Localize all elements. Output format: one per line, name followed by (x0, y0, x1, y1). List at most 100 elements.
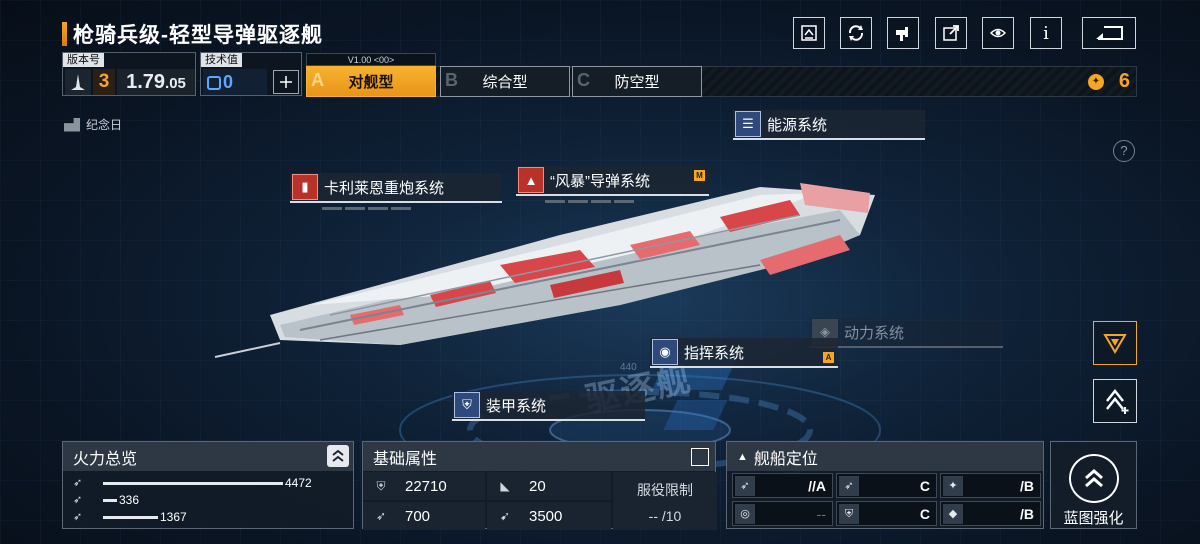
anniversary-label: 纪念日 (86, 118, 123, 132)
firepower-bar (103, 498, 117, 502)
share-icon[interactable] (935, 17, 967, 49)
system-label: 卡利莱恩重炮系统 (324, 179, 445, 197)
attr-armor: ◣ 20 (487, 472, 611, 500)
tech-chip-icon (207, 76, 221, 90)
triangle-icon (1103, 334, 1127, 354)
attr-hp: ⛨ 22710 (363, 472, 485, 500)
currency-icon: ✦ (1088, 73, 1104, 90)
collapse-icon[interactable] (327, 445, 349, 467)
system-missile[interactable]: ▲ “风暴”导弹系统 M (516, 166, 709, 196)
role-icon: ✦ (943, 475, 963, 496)
paint-icon[interactable] (887, 17, 919, 49)
system-heavy-gun[interactable]: ▮ 卡利莱恩重炮系统 (290, 173, 502, 203)
service-limit: 服役限制 -- /10 (613, 472, 717, 530)
attr-range: ➹ 3500 (487, 502, 611, 530)
tech-value-number: 0 (223, 72, 234, 92)
panel-title: 火力总览 (73, 450, 138, 468)
firepower-value: 4472 (285, 476, 312, 490)
position-cell: ◎ -- (732, 501, 833, 526)
attr-value: 3500 (529, 507, 563, 525)
service-label: 服役限制 (637, 482, 693, 498)
panel-header: 火力总览 (63, 442, 353, 471)
position-cell: ◆ /B (940, 501, 1041, 526)
position-cell: ➶ C (836, 473, 937, 498)
version-suffix: .05 (165, 75, 186, 92)
system-armor[interactable]: ⛨ 装甲系统 (452, 391, 645, 421)
position-grade: //A (808, 477, 826, 494)
weapon-icon: ➶ (73, 494, 83, 506)
range-icon: ➹ (499, 509, 511, 523)
title-accent-bar (62, 22, 67, 46)
role-icon: ◎ (735, 503, 755, 524)
role-icon: ➶ (839, 475, 859, 496)
command-badge: A (823, 352, 834, 363)
upgrade-button[interactable] (1093, 379, 1137, 423)
version-panel: 版本号 3 1.79.05 (62, 52, 196, 96)
help-icon[interactable]: ? (1113, 140, 1135, 162)
currency-display: ✦ 6 (1082, 66, 1136, 97)
tab-letter: A (311, 70, 324, 90)
expand-icon[interactable] (691, 448, 709, 466)
firepower-panel: 火力总览 ➶ 4472 ➶ 336 ➶ 1367 (62, 441, 354, 529)
view-icon[interactable] (982, 17, 1014, 49)
attr-value: 700 (405, 507, 431, 525)
system-power[interactable]: ◈ 动力系统 (810, 318, 1003, 348)
blueprint-icon[interactable] (793, 17, 825, 49)
title-area: 枪骑兵级-轻型导弹驱逐舰 (62, 20, 323, 48)
speed-icon: ➶ (375, 509, 387, 523)
tab-letter: B (445, 70, 458, 90)
missile-slots (545, 200, 634, 203)
version-main: 1.79 (126, 71, 166, 93)
enhance-icon (1068, 454, 1119, 503)
refresh-icon[interactable] (840, 17, 872, 49)
role-icon: ⛨ (839, 503, 859, 524)
position-cell: ⛨ C (836, 501, 937, 526)
info-icon[interactable]: i (1030, 17, 1062, 49)
position-grade: C (919, 505, 930, 522)
positioning-panel: ▲ 舰船定位 ➶//A ➶ C ✦/B ◎ -- ⛨ C ◆/B (726, 441, 1044, 529)
system-command[interactable]: ◉ 指挥系统 A (650, 338, 838, 368)
tab-anti-air[interactable]: C 防空型 (572, 66, 702, 97)
panel-title: 基础属性 (373, 450, 438, 468)
flag-icon (64, 117, 80, 132)
filter-button[interactable] (1093, 321, 1137, 365)
ship-silhouette-icon (65, 69, 91, 95)
firepower-row: ➶ 4472 (73, 475, 312, 491)
tech-add-button[interactable] (273, 70, 299, 94)
system-label: 装甲系统 (486, 397, 547, 415)
page-title: 枪骑兵级-轻型导弹驱逐舰 (73, 24, 323, 47)
attributes-panel: 基础属性 ⛨ 22710 ◣ 20 ➶ 700 ➹ 3500 服役限制 -- /10 (362, 441, 717, 530)
back-icon[interactable] (1082, 17, 1136, 49)
attr-speed: ➶ 700 (363, 502, 485, 530)
rank-up-icon (1106, 388, 1129, 414)
weapon-icon: ➶ (73, 511, 83, 523)
tab-label: 对舰型 (348, 74, 394, 91)
position-grade: C (919, 477, 930, 494)
heavy-gun-slots (322, 207, 411, 210)
system-energy[interactable]: ☰ 能源系统 (733, 110, 925, 140)
blueprint-enhance-button[interactable]: 蓝图强化 (1050, 441, 1137, 529)
system-label: 动力系统 (844, 324, 905, 342)
anniversary-link[interactable]: 纪念日 (64, 116, 122, 133)
tech-label: 技术值 (201, 53, 242, 67)
tech-panel: 技术值 0 (200, 52, 302, 96)
tab-label: 防空型 (614, 74, 660, 91)
tab-anti-ship[interactable]: A 对舰型 (306, 66, 436, 97)
firepower-value: 336 (119, 493, 140, 507)
tech-value: 0 (203, 69, 267, 95)
missile-icon: ▲ (518, 167, 544, 193)
panel-header: ▲ 舰船定位 (727, 442, 1043, 471)
firepower-value: 1367 (160, 510, 187, 524)
panel-title: 舰船定位 (753, 450, 818, 468)
role-icon: ➶ (735, 475, 755, 496)
version-value: 1.79.05 (117, 69, 195, 95)
panel-header: 基础属性 (363, 442, 715, 471)
tab-general[interactable]: B 综合型 (440, 66, 570, 97)
service-value: -- /10 (648, 508, 682, 524)
missile-badge: M (694, 170, 705, 181)
plus-icon (280, 76, 292, 88)
position-cell: ✦ /B (940, 473, 1041, 498)
weapon-icon: ➶ (73, 477, 83, 489)
firepower-row: ➶ 336 (73, 492, 139, 508)
deflect-icon: ◣ (500, 479, 510, 493)
